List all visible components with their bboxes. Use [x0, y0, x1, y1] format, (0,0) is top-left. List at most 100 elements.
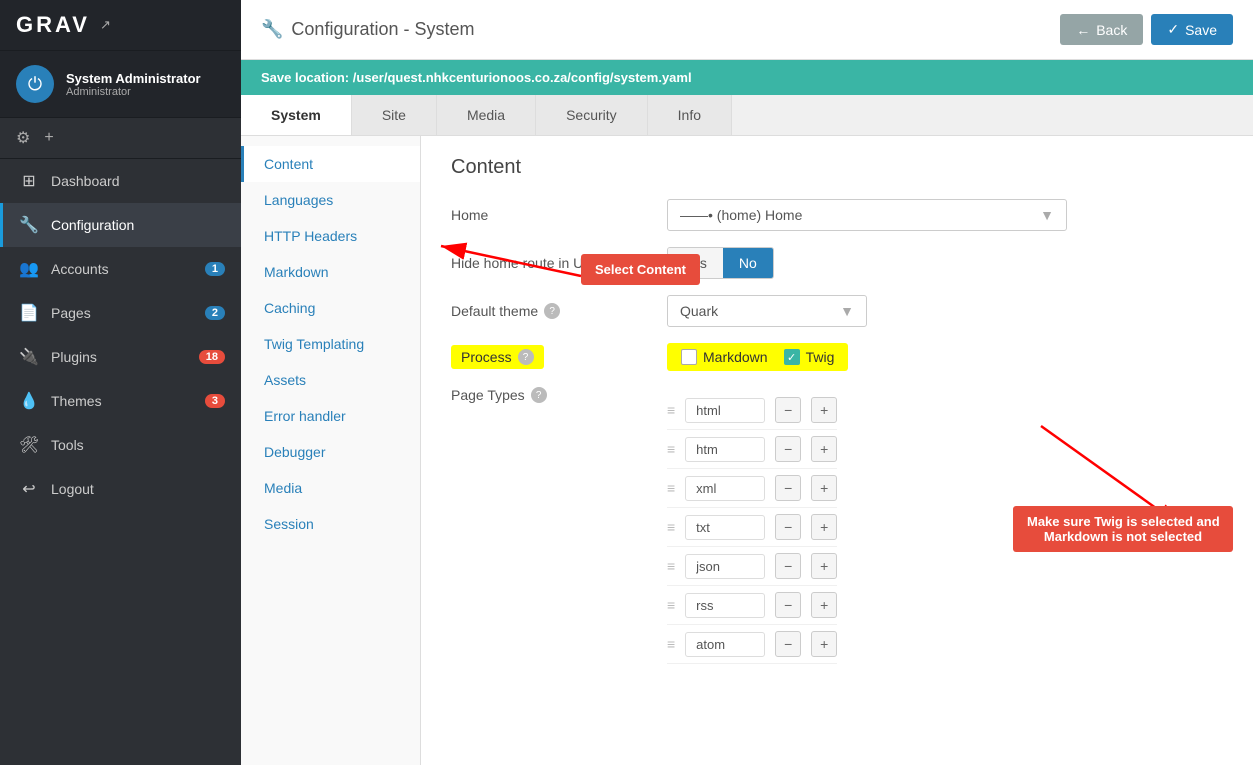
left-nav-error-handler[interactable]: Error handler: [241, 398, 420, 434]
add-row-button[interactable]: +: [811, 436, 837, 462]
left-nav: Content Languages HTTP Headers Markdown …: [241, 136, 421, 765]
tabs: System Site Media Security Info: [241, 95, 1253, 136]
drag-handle-icon[interactable]: ≡: [667, 636, 675, 652]
hide-home-no-button[interactable]: No: [723, 248, 773, 278]
add-row-button[interactable]: +: [811, 592, 837, 618]
page-types-help-icon[interactable]: ?: [531, 387, 547, 403]
tab-media[interactable]: Media: [437, 95, 536, 135]
left-nav-markdown[interactable]: Markdown: [241, 254, 420, 290]
sidebar: GRAV ↗ ⏻ System Administrator Administra…: [0, 0, 241, 765]
drag-handle-icon[interactable]: ≡: [667, 441, 675, 457]
left-nav-content[interactable]: Content: [241, 146, 420, 182]
chevron-down-icon: ▼: [1040, 207, 1054, 223]
home-dropdown[interactable]: ——• (home) Home ▼: [667, 199, 1067, 231]
chevron-down-icon: ▼: [840, 303, 854, 319]
page-types-label: Page Types ?: [451, 387, 651, 403]
add-icon[interactable]: +: [44, 129, 53, 147]
default-theme-row: Default theme ? Quark ▼: [451, 295, 1223, 327]
remove-row-button[interactable]: −: [775, 397, 801, 423]
save-location-bar: Save location: /user/quest.nhkcenturiono…: [241, 60, 1253, 95]
table-row: ≡ − +: [667, 625, 837, 664]
sidebar-item-tools[interactable]: 🛠 Tools: [0, 423, 241, 467]
themes-badge: 3: [205, 394, 225, 408]
table-row: ≡ − +: [667, 508, 837, 547]
drag-handle-icon[interactable]: ≡: [667, 402, 675, 418]
add-row-button[interactable]: +: [811, 514, 837, 540]
markdown-checkbox[interactable]: [681, 349, 697, 365]
remove-row-button[interactable]: −: [775, 436, 801, 462]
left-nav-twig-templating[interactable]: Twig Templating: [241, 326, 420, 362]
left-nav-debugger[interactable]: Debugger: [241, 434, 420, 470]
save-label: Save: [1185, 22, 1217, 38]
left-nav-media[interactable]: Media: [241, 470, 420, 506]
left-nav-assets[interactable]: Assets: [241, 362, 420, 398]
left-nav-http-headers[interactable]: HTTP Headers: [241, 218, 420, 254]
add-row-button[interactable]: +: [811, 631, 837, 657]
left-nav-caching[interactable]: Caching: [241, 290, 420, 326]
default-theme-help-icon[interactable]: ?: [544, 303, 560, 319]
page-type-input[interactable]: [685, 437, 765, 462]
page-type-input[interactable]: [685, 554, 765, 579]
add-row-button[interactable]: +: [811, 553, 837, 579]
drag-handle-icon[interactable]: ≡: [667, 597, 675, 613]
tab-info[interactable]: Info: [648, 95, 732, 135]
page-type-input[interactable]: [685, 398, 765, 423]
sidebar-item-accounts[interactable]: 👥 Accounts 1: [0, 247, 241, 291]
dashboard-icon: ⊞: [19, 171, 39, 191]
main-content: 🔧 Configuration - System ← Back ✓ Save S…: [241, 0, 1253, 765]
table-row: ≡ − +: [667, 430, 837, 469]
twig-annotation: Make sure Twig is selected and Markdown …: [1013, 506, 1233, 552]
external-link-icon[interactable]: ↗: [100, 17, 111, 33]
accounts-badge: 1: [205, 262, 225, 276]
left-nav-session[interactable]: Session: [241, 506, 420, 542]
tab-system[interactable]: System: [241, 95, 352, 135]
sidebar-item-pages[interactable]: 📄 Pages 2: [0, 291, 241, 335]
default-theme-dropdown[interactable]: Quark ▼: [667, 295, 867, 327]
home-row: Home ——• (home) Home ▼: [451, 199, 1223, 231]
sidebar-item-logout[interactable]: ↩ Logout: [0, 467, 241, 511]
drag-handle-icon[interactable]: ≡: [667, 519, 675, 535]
add-row-button[interactable]: +: [811, 475, 837, 501]
table-row: ≡ − +: [667, 469, 837, 508]
logo-text: GRAV: [16, 12, 90, 38]
pages-icon: 📄: [19, 303, 39, 323]
page-types-table: ≡ − + ≡ − + ≡: [667, 391, 837, 664]
process-control: Markdown ✓ Twig: [667, 343, 1223, 371]
check-icon: ✓: [1167, 21, 1179, 38]
remove-row-button[interactable]: −: [775, 475, 801, 501]
page-type-input[interactable]: [685, 515, 765, 540]
default-theme-label: Default theme ?: [451, 303, 651, 319]
back-label: Back: [1096, 22, 1127, 38]
remove-row-button[interactable]: −: [775, 592, 801, 618]
sync-icon[interactable]: ⚙: [16, 128, 30, 148]
sidebar-item-dashboard[interactable]: ⊞ Dashboard: [0, 159, 241, 203]
accounts-icon: 👥: [19, 259, 39, 279]
process-help-icon[interactable]: ?: [518, 349, 534, 365]
page-type-input[interactable]: [685, 476, 765, 501]
tab-site[interactable]: Site: [352, 95, 437, 135]
add-row-button[interactable]: +: [811, 397, 837, 423]
tab-security[interactable]: Security: [536, 95, 648, 135]
drag-handle-icon[interactable]: ≡: [667, 558, 675, 574]
twig-checkbox[interactable]: ✓: [784, 349, 800, 365]
sidebar-item-configuration[interactable]: 🔧 Configuration: [0, 203, 241, 247]
markdown-checkbox-item[interactable]: Markdown: [681, 349, 768, 365]
drag-handle-icon[interactable]: ≡: [667, 480, 675, 496]
sidebar-logo: GRAV ↗: [0, 0, 241, 51]
remove-row-button[interactable]: −: [775, 553, 801, 579]
back-button[interactable]: ← Back: [1060, 14, 1143, 45]
page-type-input[interactable]: [685, 593, 765, 618]
table-row: ≡ − +: [667, 547, 837, 586]
avatar: ⏻: [16, 65, 54, 103]
default-theme-value: Quark: [680, 303, 718, 319]
content-area: Content Languages HTTP Headers Markdown …: [241, 136, 1253, 765]
sidebar-item-themes[interactable]: 💧 Themes 3: [0, 379, 241, 423]
remove-row-button[interactable]: −: [775, 631, 801, 657]
sidebar-item-plugins[interactable]: 🔌 Plugins 18: [0, 335, 241, 379]
save-button[interactable]: ✓ Save: [1151, 14, 1233, 45]
left-nav-languages[interactable]: Languages: [241, 182, 420, 218]
twig-checkbox-item[interactable]: ✓ Twig: [784, 349, 835, 365]
page-title: 🔧 Configuration - System: [261, 19, 475, 40]
page-type-input[interactable]: [685, 632, 765, 657]
remove-row-button[interactable]: −: [775, 514, 801, 540]
